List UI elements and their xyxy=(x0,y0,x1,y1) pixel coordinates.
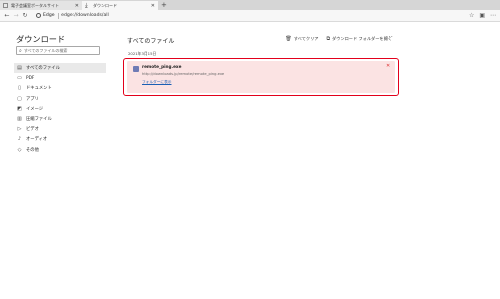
search-input[interactable] xyxy=(23,48,96,53)
sidebar-item-label: ドキュメント xyxy=(26,86,52,92)
tab-strip: 電子会議室ポータルサイト ✕ ⤓ ダウンロード ✕ + xyxy=(0,0,500,10)
sidebar: ダウンロード ⌕ ▤ すべてのファイル ▭ PDF ▯ ドキュメント ▢ アプリ… xyxy=(0,22,108,299)
favorites-icon[interactable]: ☆ xyxy=(469,12,474,19)
sidebar-item-video[interactable]: ▷ ビデオ xyxy=(14,124,106,134)
clear-all-button[interactable]: 🗑 すべてクリア xyxy=(285,36,318,42)
trash-icon: 🗑 xyxy=(285,36,292,42)
sidebar-item-label: すべてのファイル xyxy=(26,66,60,72)
sidebar-item-label: PDF xyxy=(26,75,35,81)
sidebar-item-label: オーディオ xyxy=(26,137,48,143)
sidebar-item-label: アプリ xyxy=(26,96,39,102)
sidebar-item-label: 圧縮ファイル xyxy=(26,117,52,123)
sidebar-item-apps[interactable]: ▢ アプリ xyxy=(14,94,106,104)
edge-icon xyxy=(36,13,41,18)
download-icon: ⤓ xyxy=(85,2,88,9)
sidebar-item-label: ビデオ xyxy=(26,127,39,133)
refresh-button[interactable]: ↻ xyxy=(21,12,29,19)
pdf-icon: ▭ xyxy=(17,75,22,82)
menu-icon[interactable]: ⋯ xyxy=(490,12,496,19)
category-nav: ▤ すべてのファイル ▭ PDF ▯ ドキュメント ▢ アプリ ◩ イメージ ▥… xyxy=(14,63,106,155)
address-bar: ← → ↻ Edge edge://downloads/all ☆ ▣ ⋯ xyxy=(0,10,500,22)
app-icon: ▢ xyxy=(17,95,22,102)
tab-portal[interactable]: 電子会議室ポータルサイト ✕ xyxy=(0,1,82,10)
page-title: すべてのファイル xyxy=(127,38,175,45)
audio-icon: ♪ xyxy=(17,136,22,143)
browser-label: Edge xyxy=(43,13,55,18)
main-content: すべてのファイル 🗑 すべてクリア ⧉ ダウンロード フォルダーを開く ··· … xyxy=(108,22,500,299)
open-folder-label: ダウンロード フォルダーを開く xyxy=(332,36,392,41)
sidebar-item-audio[interactable]: ♪ オーディオ xyxy=(14,134,106,144)
tab-title: 電子会議室ポータルサイト xyxy=(11,2,59,8)
sidebar-item-label: イメージ xyxy=(26,106,44,112)
clear-all-label: すべてクリア xyxy=(293,36,319,41)
more-options-button[interactable]: ··· xyxy=(386,34,393,41)
url-field[interactable]: edge://downloads/all xyxy=(61,13,109,18)
back-button[interactable]: ← xyxy=(3,12,11,19)
sidebar-item-label: その他 xyxy=(26,147,39,153)
downloads-toolbar: 🗑 すべてクリア ⧉ ダウンロード フォルダーを開く xyxy=(277,36,392,42)
search-box[interactable]: ⌕ xyxy=(16,46,100,55)
close-tab-icon[interactable]: ✕ xyxy=(151,3,155,9)
sidebar-item-documents[interactable]: ▯ ドキュメント xyxy=(14,83,106,93)
sidebar-item-images[interactable]: ◩ イメージ xyxy=(14,104,106,114)
collections-icon[interactable]: ▣ xyxy=(479,12,485,19)
search-icon: ⌕ xyxy=(19,47,22,54)
archive-icon: ▥ xyxy=(17,116,22,123)
tab-title: ダウンロード xyxy=(93,2,117,8)
forward-button[interactable]: → xyxy=(12,12,20,19)
video-icon: ▷ xyxy=(17,126,22,133)
tab-downloads[interactable]: ⤓ ダウンロード ✕ xyxy=(82,1,158,10)
document-icon: ▯ xyxy=(18,85,21,92)
highlight-box xyxy=(123,58,399,96)
other-icon: ◇ xyxy=(17,146,22,153)
sidebar-item-archives[interactable]: ▥ 圧縮ファイル xyxy=(14,114,106,124)
image-icon: ◩ xyxy=(17,105,22,112)
sidebar-item-pdf[interactable]: ▭ PDF xyxy=(14,73,106,83)
download-date: 2021年3月15日 xyxy=(128,51,157,56)
open-folder-button[interactable]: ⧉ ダウンロード フォルダーを開く xyxy=(326,36,392,42)
page-icon xyxy=(3,3,8,8)
new-tab-button[interactable]: + xyxy=(161,1,167,9)
sidebar-item-other[interactable]: ◇ その他 xyxy=(14,145,106,155)
close-tab-icon[interactable]: ✕ xyxy=(75,3,79,9)
sidebar-item-all-files[interactable]: ▤ すべてのファイル xyxy=(14,63,106,74)
divider xyxy=(57,12,59,19)
sidebar-title: ダウンロード xyxy=(16,34,66,44)
all-files-icon: ▤ xyxy=(17,65,22,72)
browser-tools: ☆ ▣ ⋯ xyxy=(469,12,496,19)
external-link-icon: ⧉ xyxy=(326,36,331,42)
